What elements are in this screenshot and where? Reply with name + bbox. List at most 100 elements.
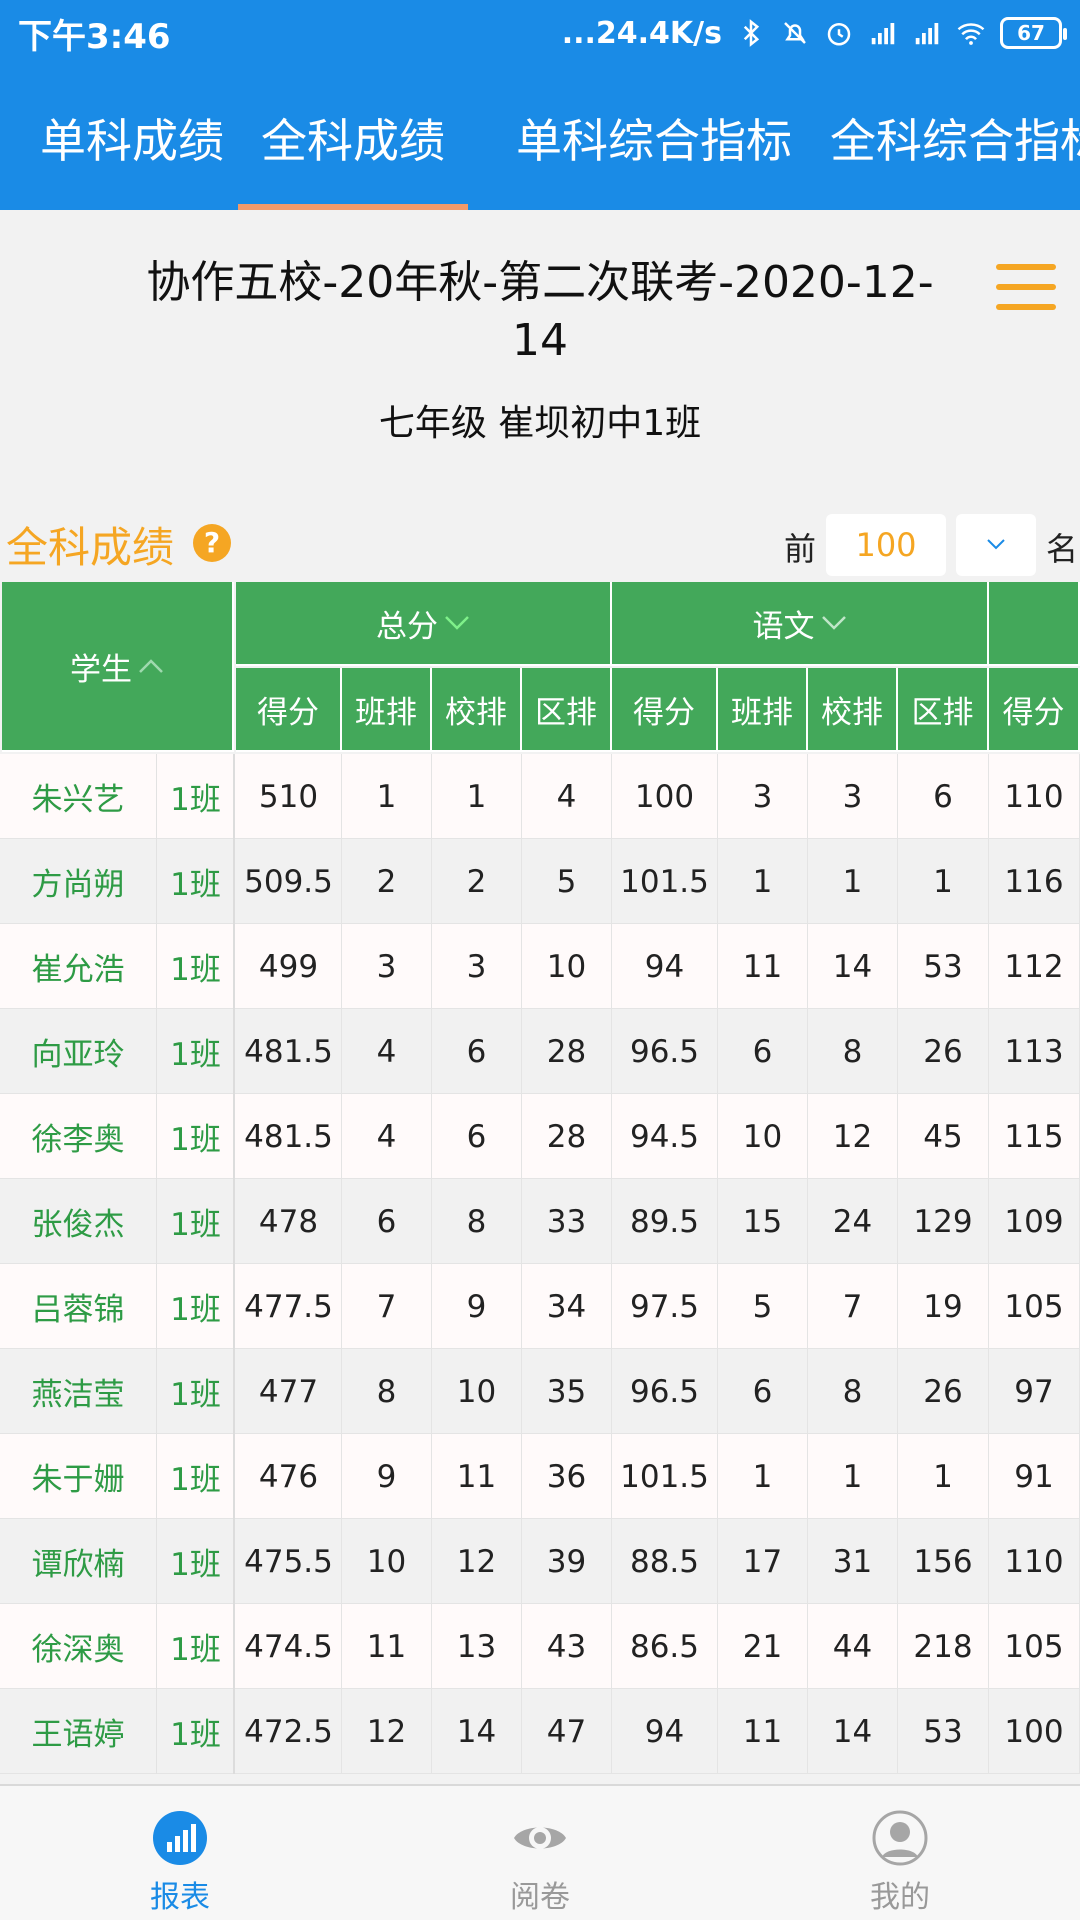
tab-all-indicators[interactable]: 全科综合指标 (830, 66, 1080, 210)
score-cell: 129 (898, 1179, 989, 1264)
student-name[interactable]: 朱于姗 (0, 1434, 156, 1519)
score-cell: 10 (522, 924, 612, 1009)
table-row[interactable]: 崔允浩 1班 499 3 3 10 94 11 14 53 112 (0, 924, 1080, 1009)
score-cell: 89.5 (612, 1179, 718, 1264)
score-cell: 94 (612, 1689, 718, 1774)
score-cell: 6 (718, 1009, 808, 1094)
top-count-input[interactable]: 100 (826, 514, 946, 576)
chevron-down-icon (987, 539, 1005, 550)
score-cell: 474.5 (236, 1604, 342, 1689)
nav-report[interactable]: 报表 (80, 1786, 280, 1920)
student-name[interactable]: 方尚朔 (0, 839, 156, 924)
score-cell: 109 (989, 1179, 1080, 1264)
score-cell: 12 (808, 1094, 898, 1179)
tab-single-subject[interactable]: 单科成绩 (40, 66, 224, 210)
score-cell: 17 (718, 1519, 808, 1604)
page-subtitle: 七年级 崔坝初中1班 (378, 403, 702, 444)
table-row[interactable]: 燕洁莹 1班 477 8 10 35 96.5 6 8 26 97 (0, 1349, 1080, 1434)
score-cell: 156 (898, 1519, 989, 1604)
score-cell: 10 (432, 1349, 522, 1434)
student-name[interactable]: 王语婷 (0, 1689, 156, 1774)
nav-report-label: 报表 (150, 1880, 210, 1915)
table-row[interactable]: 徐李奥 1班 481.5 4 6 28 94.5 10 12 45 115 (0, 1094, 1080, 1179)
sub-header[interactable]: 区排 (522, 668, 612, 752)
score-cell: 11 (432, 1434, 522, 1519)
sub-header[interactable]: 校排 (432, 668, 522, 752)
score-cell: 2 (342, 839, 432, 924)
group-header-chinese[interactable]: 语文 (612, 582, 989, 666)
nav-profile[interactable]: 我的 (800, 1786, 1000, 1920)
top-count-dropdown[interactable] (956, 514, 1036, 576)
table-row[interactable]: 向亚玲 1班 481.5 4 6 28 96.5 6 8 26 113 (0, 1009, 1080, 1094)
student-name[interactable]: 徐李奥 (0, 1094, 156, 1179)
student-name[interactable]: 徐深奥 (0, 1604, 156, 1689)
scores-table: 学生 总分 语文 得分 班排 校排 区排 得分 班排 校排 区排 得分 朱兴艺 1班 510 1 1 4 1… (0, 582, 1080, 1782)
student-name[interactable]: 朱兴艺 (0, 754, 156, 839)
score-cell: 34 (522, 1264, 612, 1349)
score-cell: 8 (808, 1349, 898, 1434)
score-cell: 14 (808, 924, 898, 1009)
sub-header[interactable]: 得分 (236, 668, 342, 752)
score-cell: 96.5 (612, 1009, 718, 1094)
student-class: 1班 (170, 1547, 221, 1583)
tab-single-indicators[interactable]: 单科综合指标 (516, 66, 792, 210)
score-cell: 53 (898, 1689, 989, 1774)
sub-header[interactable]: 班排 (342, 668, 432, 752)
table-row[interactable]: 方尚朔 1班 509.5 2 2 5 101.5 1 1 1 116 (0, 839, 1080, 924)
student-name[interactable]: 向亚玲 (0, 1009, 156, 1094)
score-cell: 5 (718, 1264, 808, 1349)
sub-header[interactable]: 得分 (989, 668, 1080, 752)
score-cell: 39 (522, 1519, 612, 1604)
student-class: 1班 (170, 1377, 221, 1413)
sub-header[interactable]: 班排 (718, 668, 808, 752)
score-cell: 11 (342, 1604, 432, 1689)
sub-header[interactable]: 得分 (612, 668, 718, 752)
group-header-next[interactable] (989, 582, 1080, 666)
score-cell: 88.5 (612, 1519, 718, 1604)
group-header-total[interactable]: 总分 (236, 582, 612, 666)
tab-all-subjects[interactable]: 全科成绩 (238, 66, 468, 210)
menu-icon[interactable] (996, 264, 1056, 312)
table-row[interactable]: 徐深奥 1班 474.5 11 13 43 86.5 21 44 218 105 (0, 1604, 1080, 1689)
score-cell: 1 (898, 1434, 989, 1519)
score-cell: 115 (989, 1094, 1080, 1179)
score-cell: 91 (989, 1434, 1080, 1519)
student-class: 1班 (170, 1122, 221, 1158)
hd-signal-icon (871, 23, 895, 45)
nav-marking[interactable]: 阅卷 (440, 1786, 640, 1920)
network-speed: ...24.4K/s (561, 15, 722, 51)
eye-icon (514, 1827, 566, 1849)
student-name[interactable]: 崔允浩 (0, 924, 156, 1009)
tab-bar: 单科成绩 全科成绩 单科综合指标 全科综合指标 (0, 66, 1080, 210)
sub-header[interactable]: 校排 (808, 668, 898, 752)
score-cell: 96.5 (612, 1349, 718, 1434)
score-cell: 100 (612, 754, 718, 839)
bar-chart-icon (153, 1811, 207, 1865)
student-name[interactable]: 燕洁莹 (0, 1349, 156, 1434)
top-suffix-label: 名 (1046, 530, 1079, 568)
score-cell: 1 (718, 839, 808, 924)
score-cell: 1 (342, 754, 432, 839)
score-cell: 5 (522, 839, 612, 924)
student-name[interactable]: 吕蓉锦 (0, 1264, 156, 1349)
sub-header[interactable]: 区排 (898, 668, 989, 752)
table-row[interactable]: 朱兴艺 1班 510 1 1 4 100 3 3 6 110 (0, 754, 1080, 839)
table-row[interactable]: 谭欣楠 1班 475.5 10 12 39 88.5 17 31 156 110 (0, 1519, 1080, 1604)
chevron-up-icon (139, 659, 163, 673)
score-cell: 12 (432, 1519, 522, 1604)
table-row[interactable]: 王语婷 1班 472.5 12 14 47 94 11 14 53 100 (0, 1689, 1080, 1774)
score-cell: 3 (432, 924, 522, 1009)
group-header-total-label: 总分 (376, 608, 438, 645)
table-row[interactable]: 吕蓉锦 1班 477.5 7 9 34 97.5 5 7 19 105 (0, 1264, 1080, 1349)
student-name[interactable]: 谭欣楠 (0, 1519, 156, 1604)
score-cell: 44 (808, 1604, 898, 1689)
score-cell: 11 (718, 924, 808, 1009)
table-row[interactable]: 朱于姗 1班 476 9 11 36 101.5 1 1 1 91 (0, 1434, 1080, 1519)
student-name[interactable]: 张俊杰 (0, 1179, 156, 1264)
score-cell: 6 (432, 1009, 522, 1094)
score-cell: 13 (432, 1604, 522, 1689)
student-header[interactable]: 学生 (2, 582, 234, 752)
table-row[interactable]: 张俊杰 1班 478 6 8 33 89.5 15 24 129 109 (0, 1179, 1080, 1264)
score-cell: 7 (342, 1264, 432, 1349)
help-icon[interactable]: ? (193, 524, 231, 562)
